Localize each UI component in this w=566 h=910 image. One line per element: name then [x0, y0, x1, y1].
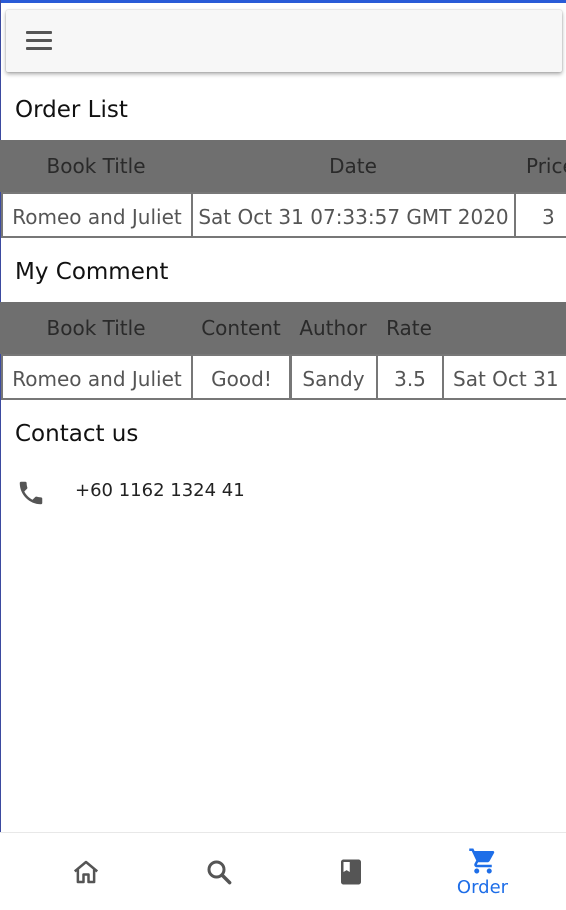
comment-col-content: Content [201, 316, 281, 340]
comment-col-book-title: Book Title [46, 316, 146, 340]
hamburger-menu-icon[interactable] [26, 31, 52, 51]
order-col-book-title: Book Title [46, 154, 146, 178]
bottom-navigation: Order [0, 832, 566, 910]
nav-library[interactable] [284, 833, 417, 910]
comment-cell-date: Sat Oct 31 07:33:57 GMT 2020 [442, 354, 566, 400]
home-icon [73, 860, 98, 884]
comment-cell-author: Sandy [289, 354, 378, 400]
phone-number: +60 1162 1324 41 [75, 480, 245, 501]
comment-col-rate: Rate [386, 316, 432, 340]
comment-cell-book-title: Romeo and Juliet [1, 354, 193, 400]
order-cell-date: Sat Oct 31 07:33:57 GMT 2020 [191, 192, 516, 238]
window-edge [0, 0, 1, 909]
order-col-date: Date [329, 154, 377, 178]
my-comment-title: My Comment [15, 259, 169, 285]
search-icon [207, 860, 231, 885]
nav-home[interactable] [19, 833, 152, 910]
order-list-title: Order List [15, 97, 128, 123]
book-icon [340, 859, 361, 885]
comment-table-header: Book Title Content Author Rate [0, 302, 566, 354]
comment-cell-rate: 3.5 [376, 354, 444, 400]
contact-phone-row[interactable]: +60 1162 1324 41 [0, 470, 566, 516]
order-cell-book-title: Romeo and Juliet [1, 192, 193, 238]
phone-icon [19, 481, 43, 505]
comment-col-author: Author [299, 316, 367, 340]
status-accent-bar [0, 0, 566, 3]
nav-order-label: Order [456, 877, 509, 898]
contact-title: Contact us [15, 421, 139, 447]
nav-order[interactable]: Order [416, 833, 549, 910]
comment-cell-content: Good! [191, 354, 292, 400]
comment-table-row: Romeo and Juliet Good! Sandy 3.5 Sat Oct… [0, 354, 566, 404]
app-bar [6, 10, 562, 72]
order-table-row: Romeo and Juliet Sat Oct 31 07:33:57 GMT… [0, 192, 566, 242]
nav-search[interactable] [152, 833, 285, 910]
order-col-price: Price [526, 154, 566, 178]
order-list-header: Book Title Date Price [0, 140, 566, 192]
cart-icon [468, 848, 494, 874]
order-cell-price: 3 [514, 192, 566, 238]
